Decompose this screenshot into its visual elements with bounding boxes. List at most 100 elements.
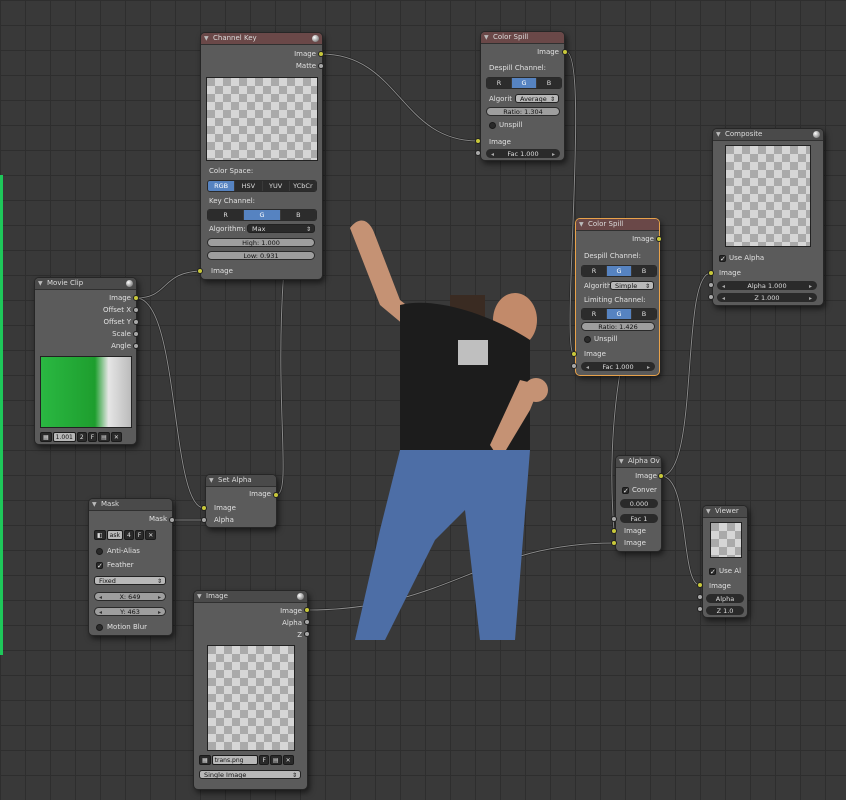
z-field[interactable]: Z 1.0 xyxy=(706,606,744,615)
close-icon[interactable]: ✕ xyxy=(145,530,157,540)
clip-toolbar[interactable]: ▦ 1.001 2 F ▤ ✕ xyxy=(40,432,122,442)
key-channel-r[interactable]: R xyxy=(208,210,245,220)
alpha-over-image-input-2[interactable] xyxy=(611,540,617,546)
collapse-icon[interactable]: ▼ xyxy=(204,33,209,44)
use-alpha-checkbox[interactable]: ✓ xyxy=(709,568,716,576)
collapse-icon[interactable]: ▼ xyxy=(716,129,721,140)
limit-channel-r[interactable]: R xyxy=(582,309,607,319)
image-browse-icon[interactable]: ▦ xyxy=(199,755,211,765)
image-image-output[interactable] xyxy=(304,607,310,613)
color-spill-2-image-output[interactable] xyxy=(656,236,662,242)
composite-image-input[interactable] xyxy=(708,270,714,276)
channel-g[interactable]: G xyxy=(512,78,537,88)
collapse-icon[interactable]: ▼ xyxy=(92,499,97,510)
image-toolbar[interactable]: ▦ trans.png F ▤ ✕ xyxy=(199,755,294,765)
image-alpha-output[interactable] xyxy=(304,619,310,625)
collapse-icon[interactable]: ▼ xyxy=(619,456,624,467)
mask-toolbar[interactable]: ◧ ask 4 F ✕ xyxy=(94,530,157,540)
key-channel-g[interactable]: G xyxy=(244,210,281,220)
viewer-node[interactable]: ▼ Viewer ✓ Use Al Image Alpha Z 1.0 xyxy=(702,505,748,618)
ratio-field[interactable]: Ratio: 1.426 xyxy=(581,322,655,331)
channel-g[interactable]: G xyxy=(607,266,632,276)
set-alpha-image-input[interactable] xyxy=(201,505,207,511)
mask-output-socket[interactable] xyxy=(169,517,175,523)
mask-node[interactable]: ▼ Mask Mask ◧ ask 4 F ✕ Anti-Alias ✓ Fea… xyxy=(88,498,173,636)
use-alpha-checkbox[interactable]: ✓ xyxy=(719,255,726,263)
collapse-icon[interactable]: ▼ xyxy=(706,506,711,517)
viewer-z-input[interactable] xyxy=(697,606,703,612)
set-alpha-alpha-input[interactable] xyxy=(201,517,207,523)
color-space-yuv[interactable]: YUV xyxy=(262,181,290,191)
despill-channel-selector[interactable]: R G B xyxy=(581,265,657,277)
increment-arrow[interactable]: ▸ xyxy=(158,593,161,602)
z-field[interactable]: ◂ Z 1.000 ▸ xyxy=(717,293,817,302)
size-mode-select[interactable]: Fixed ⇕ xyxy=(94,576,166,585)
clip-name-field[interactable]: 1.001 xyxy=(52,432,76,442)
alpha-over-image-output[interactable] xyxy=(658,473,664,479)
channel-key-image-input[interactable] xyxy=(197,268,203,274)
alpha-field[interactable]: ◂ Alpha 1.000 ▸ xyxy=(717,281,817,290)
preview-sphere-icon[interactable] xyxy=(312,35,319,42)
limiting-channel-selector[interactable]: R G B xyxy=(581,308,657,320)
collapse-icon[interactable]: ▼ xyxy=(579,219,584,230)
decrement-arrow[interactable]: ◂ xyxy=(586,363,589,372)
source-select[interactable]: Single Image ⇕ xyxy=(199,770,301,779)
algorithm-select[interactable]: Average ⇕ xyxy=(515,94,559,103)
composite-z-input[interactable] xyxy=(708,294,714,300)
increment-arrow[interactable]: ▸ xyxy=(809,294,812,303)
unspill-checkbox[interactable] xyxy=(584,336,591,343)
premul-field[interactable]: 0.000 xyxy=(620,499,658,508)
preview-sphere-icon[interactable] xyxy=(297,593,304,600)
set-alpha-node[interactable]: ▼ Set Alpha Image Image Alpha xyxy=(205,474,277,528)
anti-alias-checkbox[interactable] xyxy=(96,548,103,555)
unspill-checkbox[interactable] xyxy=(489,122,496,129)
movie-clip-node[interactable]: ▼ Movie Clip Image Offset X Offset Y Sca… xyxy=(34,277,137,445)
collapse-icon[interactable]: ▼ xyxy=(197,591,202,602)
key-channel-selector[interactable]: R G B xyxy=(207,209,317,221)
channel-key-matte-output[interactable] xyxy=(318,63,324,69)
node-header[interactable]: ▼ Color Spill xyxy=(481,32,564,44)
close-icon[interactable]: ✕ xyxy=(282,755,294,765)
limit-channel-b[interactable]: B xyxy=(632,309,656,319)
set-alpha-image-output[interactable] xyxy=(273,492,279,498)
convert-premul-checkbox[interactable]: ✓ xyxy=(622,487,629,495)
movie-clip-offset-y-output[interactable] xyxy=(133,319,139,325)
movie-clip-image-output[interactable] xyxy=(133,295,139,301)
fac-field[interactable]: ◂ Fac 1.000 ▸ xyxy=(581,362,655,371)
increment-arrow[interactable]: ▸ xyxy=(647,363,650,372)
increment-arrow[interactable]: ▸ xyxy=(809,282,812,291)
clip-browse-icon[interactable]: ▦ xyxy=(40,432,52,442)
low-field[interactable]: Low: 0.931 xyxy=(207,251,315,260)
channel-b[interactable]: B xyxy=(537,78,561,88)
ratio-field[interactable]: Ratio: 1.304 xyxy=(486,107,560,116)
limit-channel-g[interactable]: G xyxy=(607,309,632,319)
alpha-over-node[interactable]: ▼ Alpha Ov Image ✓ Conver 0.000 Fac 1 Im… xyxy=(615,455,662,552)
alpha-over-image-input-1[interactable] xyxy=(611,528,617,534)
collapse-icon[interactable]: ▼ xyxy=(209,475,214,486)
folder-icon[interactable]: ▤ xyxy=(98,432,110,442)
preview-sphere-icon[interactable] xyxy=(813,131,820,138)
preview-sphere-icon[interactable] xyxy=(126,280,133,287)
decrement-arrow[interactable]: ◂ xyxy=(99,593,102,602)
fake-user-toggle[interactable]: F xyxy=(259,755,269,765)
node-header[interactable]: ▼ Composite xyxy=(713,129,823,141)
color-space-ycbcr[interactable]: YCbCr xyxy=(289,181,316,191)
viewer-alpha-input[interactable] xyxy=(697,594,703,600)
decrement-arrow[interactable]: ◂ xyxy=(99,608,102,617)
key-channel-b[interactable]: B xyxy=(280,210,316,220)
mask-browse-icon[interactable]: ◧ xyxy=(94,530,106,540)
channel-b[interactable]: B xyxy=(632,266,656,276)
color-spill-2-fac-input[interactable] xyxy=(571,363,577,369)
fac-field[interactable]: Fac 1 xyxy=(620,514,658,523)
close-icon[interactable]: ✕ xyxy=(110,432,122,442)
color-spill-1-image-output[interactable] xyxy=(562,49,568,55)
folder-icon[interactable]: ▤ xyxy=(269,755,282,765)
node-header[interactable]: ▼ Color Spill xyxy=(576,219,659,231)
x-field[interactable]: ◂ X: 649 ▸ xyxy=(94,592,166,601)
movie-clip-angle-output[interactable] xyxy=(133,343,139,349)
image-file-field[interactable]: trans.png xyxy=(211,755,259,765)
color-space-hsv[interactable]: HSV xyxy=(235,181,263,191)
fac-field[interactable]: ◂ Fac 1.000 ▸ xyxy=(486,149,560,158)
movie-clip-scale-output[interactable] xyxy=(133,331,139,337)
color-space-rgb[interactable]: RGB xyxy=(208,181,236,191)
